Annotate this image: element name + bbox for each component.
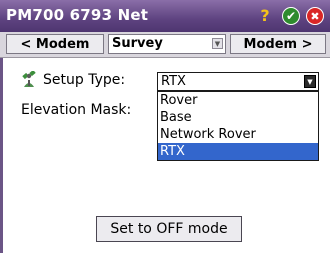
setup-type-option-rover[interactable]: Rover (158, 92, 318, 109)
app-title: PM700 6793 Net (6, 6, 149, 24)
setup-type-value: RTX (161, 74, 186, 89)
close-icon[interactable]: ✖ (306, 7, 324, 25)
navigation-bar: < Modem Survey ▼ Modem > (0, 32, 330, 58)
setup-type-option-rtx[interactable]: RTX (158, 143, 318, 160)
title-bar: PM700 6793 Net ? ✔ ✖ (0, 0, 330, 32)
setup-type-option-base[interactable]: Base (158, 109, 318, 126)
chevron-down-icon[interactable]: ▼ (304, 75, 316, 88)
setup-type-dropdown-list: Rover Base Network Rover RTX (157, 91, 319, 161)
help-icon[interactable]: ? (258, 7, 272, 25)
modem-next-button[interactable]: Modem > (230, 34, 326, 54)
setup-type-select[interactable]: RTX ▼ (157, 72, 319, 91)
set-off-mode-button[interactable]: Set to OFF mode (96, 216, 242, 242)
setup-type-label: Setup Type: (43, 72, 126, 88)
page-select-value: Survey (112, 36, 163, 51)
satellite-icon (22, 71, 36, 87)
setup-type-option-network-rover[interactable]: Network Rover (158, 126, 318, 143)
ok-icon[interactable]: ✔ (282, 7, 300, 25)
page-select[interactable]: Survey ▼ (108, 34, 226, 54)
elevation-mask-label: Elevation Mask: (21, 102, 132, 118)
modem-prev-button[interactable]: < Modem (6, 34, 104, 54)
chevron-down-icon[interactable]: ▼ (212, 38, 223, 49)
